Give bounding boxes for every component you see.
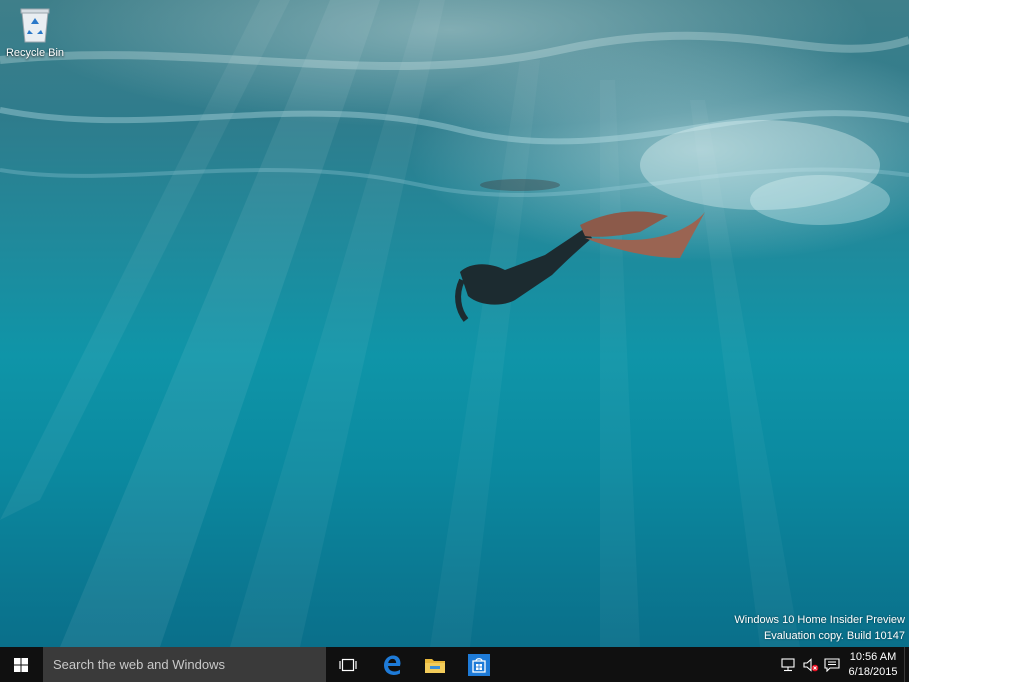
watermark-edition: Windows 10 Home Insider Preview xyxy=(734,614,905,626)
search-placeholder: Search the web and Windows xyxy=(53,657,225,672)
task-view-icon xyxy=(339,658,357,671)
file-explorer-button[interactable] xyxy=(415,647,455,682)
store-button[interactable] xyxy=(459,647,499,682)
build-watermark: Windows 10 Home Insider Preview Evaluati… xyxy=(734,612,905,644)
underwater-diver-image xyxy=(0,0,909,647)
store-icon xyxy=(468,653,490,676)
volume-muted-icon xyxy=(803,657,819,672)
recycle-bin-icon xyxy=(20,8,50,43)
recycle-bin-label: Recycle Bin xyxy=(5,47,65,59)
start-button[interactable] xyxy=(0,647,42,682)
edge-button[interactable] xyxy=(372,647,412,682)
network-icon xyxy=(781,657,795,671)
watermark-build: Evaluation copy. Build 10147 xyxy=(763,630,905,642)
desktop-icon-recycle-bin[interactable]: Recycle Bin xyxy=(4,6,66,68)
desktop-wallpaper xyxy=(0,0,909,647)
search-box[interactable]: Search the web and Windows xyxy=(43,647,326,682)
clock-date: 6/18/2015 xyxy=(848,665,898,678)
task-view-button[interactable] xyxy=(328,647,368,682)
file-explorer-icon xyxy=(425,658,445,673)
show-desktop-button[interactable] xyxy=(904,647,909,682)
network-tray-button[interactable] xyxy=(778,647,800,682)
windows-logo-icon xyxy=(14,657,28,672)
action-center-icon xyxy=(824,657,840,672)
edge-icon xyxy=(384,655,401,675)
taskbar: Search the web and Windows 10:56 AM 6/18… xyxy=(0,647,909,682)
desktop-screen: Recycle Bin Windows 10 Home Insider Prev… xyxy=(0,0,909,682)
action-center-button[interactable] xyxy=(821,647,843,682)
clock-time: 10:56 AM xyxy=(849,650,897,663)
clock[interactable]: 10:56 AM 6/18/2015 xyxy=(843,647,903,682)
volume-tray-button[interactable] xyxy=(800,647,822,682)
